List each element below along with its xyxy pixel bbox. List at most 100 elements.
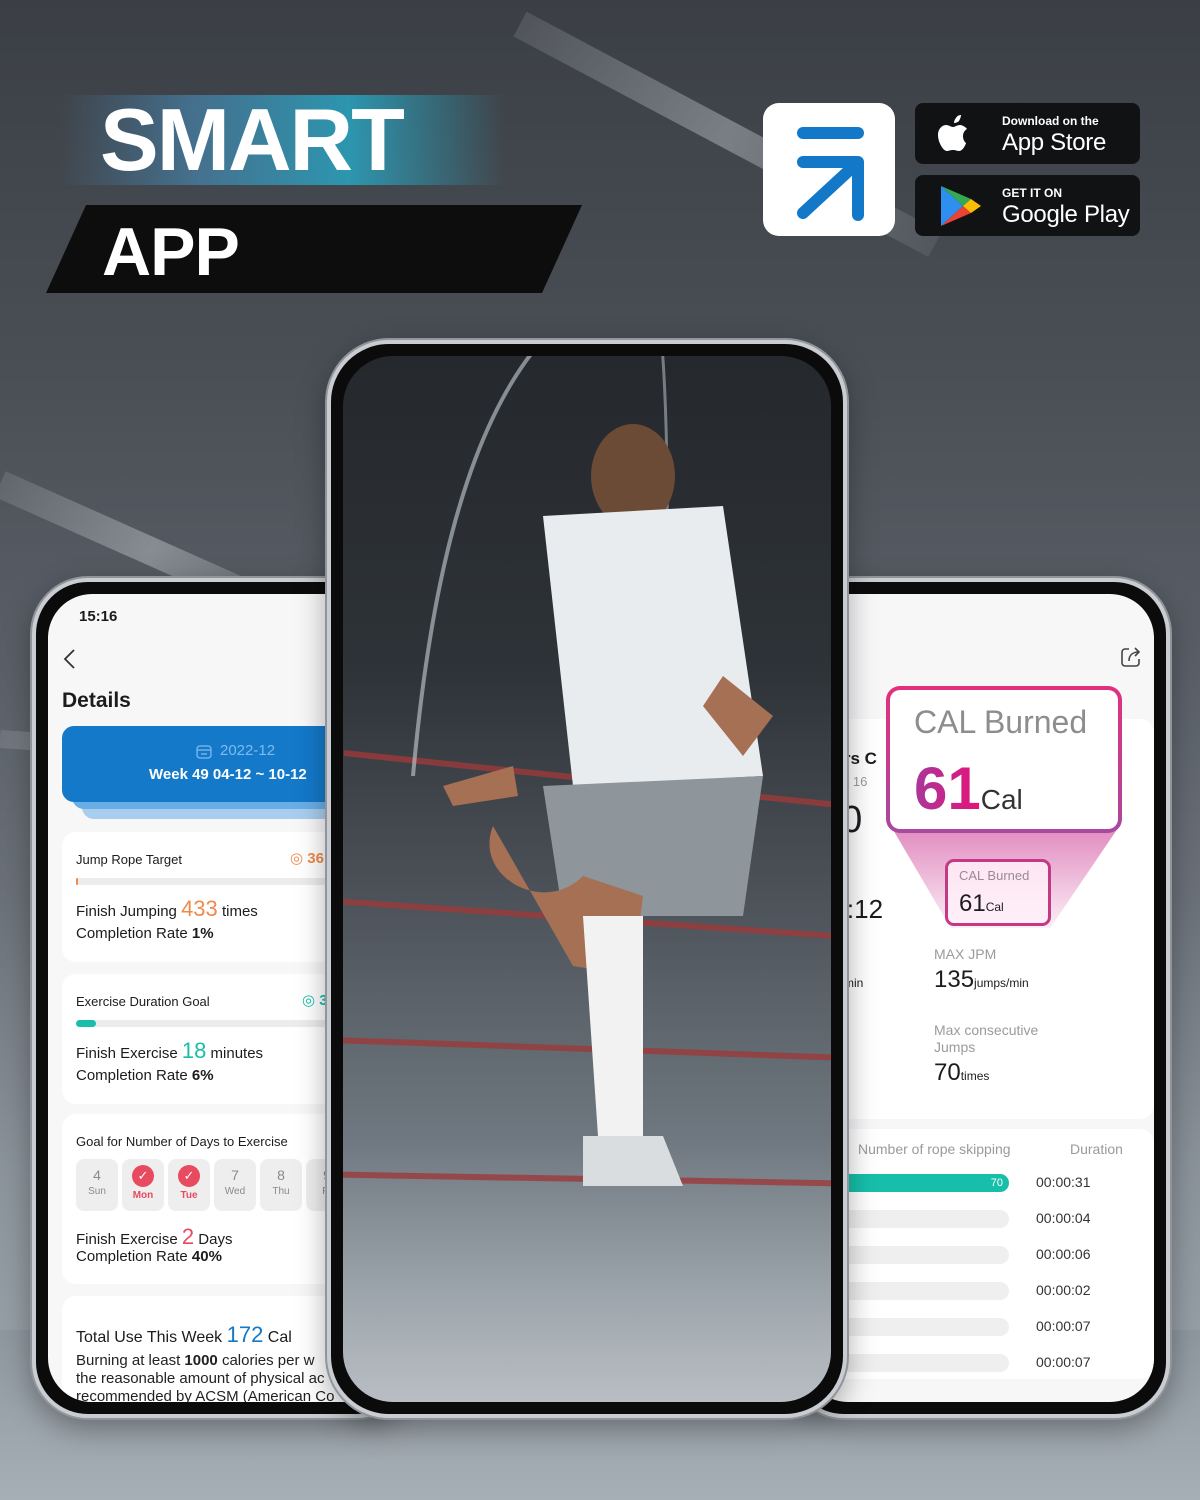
row-duration: 00:00:02 [1036, 1282, 1091, 1298]
max-jpm-unit: jumps/min [974, 976, 1029, 990]
check-icon: ✓ [178, 1165, 200, 1187]
row-duration: 00:00:07 [1036, 1318, 1091, 1334]
day-thu[interactable]: 8 Thu [260, 1159, 302, 1211]
day-sun[interactable]: 4 Sun [76, 1159, 118, 1211]
share-icon[interactable] [1120, 646, 1142, 668]
days-rate-value: 40% [191, 1248, 222, 1265]
jump-rope-athlete-illustration [343, 356, 831, 1187]
app-store-small-text: Download on the [1002, 114, 1099, 128]
cal-small-unit: Cal [985, 900, 1004, 914]
records-table: es Number of rope skipping Duration 7000… [814, 1129, 1154, 1379]
jump-target-title: Jump Rope Target [76, 852, 182, 867]
cal-small-label: CAL Burned [959, 868, 1030, 883]
day-label: Tue [180, 1190, 198, 1201]
target-icon: ◎ [302, 992, 320, 1009]
days-rate-line: Completion Rate 40% [76, 1248, 222, 1265]
callout-value-line: 61Cal [914, 754, 1023, 823]
date-month: 2022-12 [220, 742, 276, 759]
page-title: Details [62, 689, 131, 712]
max-consec-value-line: 70times [934, 1059, 989, 1087]
headline-app-control: APP CONTROL [46, 205, 582, 293]
day-label: Wed [224, 1186, 246, 1197]
table-row: 70 00:00:31 [814, 1174, 1144, 1194]
day-label: Mon [132, 1190, 154, 1201]
google-play-badge[interactable]: GET IT ON Google Play [915, 175, 1140, 236]
duration-finish-line: Finish Exercise 18 minutes [76, 1038, 263, 1064]
duration-rate-line: Completion Rate 6% [76, 1067, 214, 1084]
day-number: 8 [277, 1167, 285, 1183]
col-count-header: Number of rope skipping [858, 1141, 1011, 1157]
table-row: 300:00:06 [814, 1246, 1144, 1266]
days-finish-prefix: Finish Exercise [76, 1231, 178, 1248]
target-icon: ◎ [290, 850, 308, 867]
app-store-big-text: App Store [1002, 129, 1107, 156]
athlete-photo [343, 356, 831, 1402]
max-consec-value: 70 [934, 1059, 961, 1086]
calendar-icon [196, 745, 212, 759]
cal-small-value-line: 61Cal [959, 890, 1004, 918]
apple-icon [938, 115, 967, 151]
total-desc-2: the reasonable amount of physical ac [76, 1370, 325, 1387]
jump-finish-prefix: Finish Jumping [76, 903, 177, 920]
max-consec-label-1: Max consecutive [934, 1022, 1039, 1038]
duration-finish-value: 18 [181, 1038, 207, 1063]
google-play-small-text: GET IT ON [1002, 186, 1062, 200]
jump-rate-value: 1% [191, 925, 214, 942]
jump-progress-fill [76, 878, 78, 885]
total-desc-3: recommended by ACSM (American Co [76, 1388, 335, 1402]
duration-rate-value: 6% [191, 1067, 214, 1084]
date-week: Week 49 04-12 ~ 10-12 [149, 766, 307, 783]
table-row: 900:00:07 [814, 1354, 1144, 1374]
callout-value: 61 [914, 755, 981, 822]
duration-rate-label: Completion Rate [76, 1067, 188, 1084]
cal-burned-small: CAL Burned 61Cal [945, 859, 1051, 926]
day-mon[interactable]: ✓ Mon [122, 1159, 164, 1211]
callout-unit: Cal [980, 784, 1023, 815]
duration-goal-title: Exercise Duration Goal [76, 994, 210, 1009]
bar-count: 70 [990, 1177, 1003, 1189]
cal-burned-callout: CAL Burned 61Cal [886, 686, 1122, 833]
center-phone [327, 340, 847, 1418]
total-description: Burning at least 1000 calories per w the… [76, 1352, 334, 1402]
app-arrow-icon [797, 127, 864, 221]
col-duration-header: Duration [1070, 1141, 1123, 1157]
total-line: Total Use This Week 172 Cal [76, 1322, 292, 1348]
jump-finish-line: Finish Jumping 433 times [76, 896, 258, 922]
duration-finish-prefix: Finish Exercise [76, 1045, 178, 1062]
duration-finish-suffix: minutes [210, 1045, 264, 1062]
row-duration: 00:00:07 [1036, 1354, 1091, 1370]
max-consec-unit: times [960, 1069, 990, 1083]
row-duration: 00:00:31 [1036, 1174, 1091, 1190]
day-label: Thu [272, 1186, 290, 1197]
total-prefix: Total Use This Week [76, 1329, 223, 1346]
row-duration: 00:00:06 [1036, 1246, 1091, 1262]
day-number: 7 [231, 1167, 239, 1183]
duration-progress-fill [76, 1020, 96, 1027]
max-jpm-value-line: 135jumps/min [934, 966, 1029, 994]
total-desc-1b: 1000 [184, 1352, 218, 1369]
total-desc-1a: Burning at least [76, 1352, 181, 1369]
table-row: 400:00:07 [814, 1318, 1144, 1338]
jump-rate-label: Completion Rate [76, 925, 188, 942]
headline-smart-text: SMART [100, 90, 405, 189]
table-row: 400:00:04 [814, 1210, 1144, 1230]
records-rows: 70 00:00:31 400:00:04 300:00:06 300:00:02 400… [814, 1174, 1144, 1374]
back-chevron-icon[interactable] [62, 648, 78, 670]
days-finish-value: 2 [181, 1224, 195, 1249]
app-store-badge[interactable]: Download on the App Store [915, 103, 1140, 164]
total-desc-1c: calories per w [221, 1352, 315, 1369]
jump-target-goal-value: 36 [307, 850, 324, 867]
max-jpm-label: MAX JPM [934, 946, 997, 962]
duration-goal-target: ◎ 3 [302, 991, 328, 1009]
days-rate-label: Completion Rate [76, 1248, 188, 1265]
day-tue[interactable]: ✓ Tue [168, 1159, 210, 1211]
jump-target-goal: ◎ 36 [290, 849, 324, 867]
max-consec-label-2: Jumps [934, 1039, 976, 1055]
headline-smart: SMART [60, 90, 505, 189]
row-duration: 00:00:04 [1036, 1210, 1091, 1226]
status-time: 15:16 [79, 608, 118, 625]
day-wed[interactable]: 7 Wed [214, 1159, 256, 1211]
google-play-icon [941, 186, 981, 226]
cal-small-value: 61 [959, 890, 986, 917]
app-logo[interactable] [763, 103, 895, 236]
